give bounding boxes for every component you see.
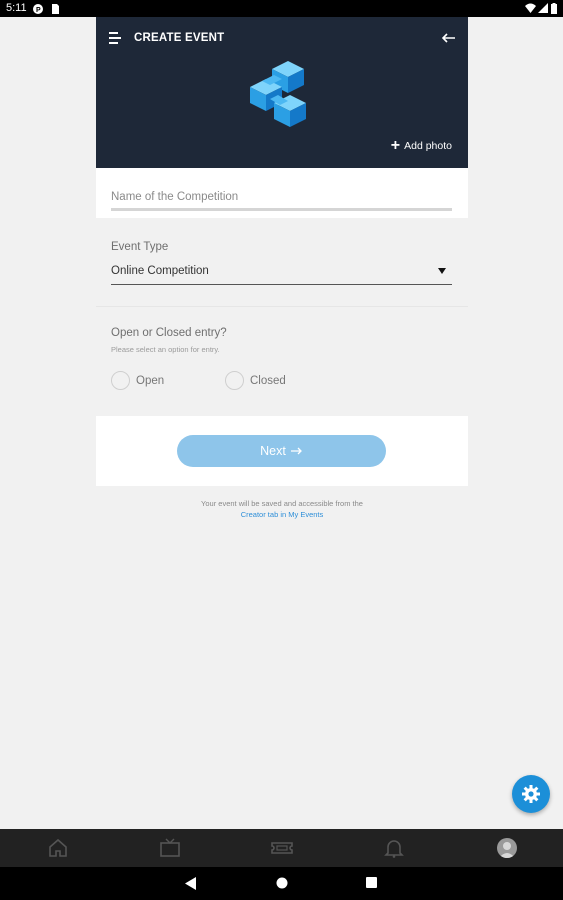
notification-p-icon: P: [33, 4, 43, 14]
arrow-right-icon: [290, 447, 302, 455]
event-type-value: Online Competition: [111, 265, 209, 277]
svg-text:P: P: [36, 7, 41, 14]
status-time: 5:11: [6, 2, 27, 14]
footer-note: Your event will be saved and accessible …: [96, 498, 468, 520]
event-header: CREATE EVENT + Add photo: [96, 17, 468, 168]
recents-square-icon[interactable]: [366, 877, 377, 888]
bottom-nav: [0, 829, 563, 867]
add-photo-button[interactable]: + Add photo: [390, 137, 452, 154]
dropdown-caret-icon: [438, 268, 446, 274]
radio-open[interactable]: Open: [111, 371, 164, 390]
gear-icon: [522, 785, 540, 803]
entry-section: Open or Closed entry? Please select an o…: [96, 306, 468, 416]
profile-silhouette-icon: [499, 842, 515, 858]
event-type-dropdown[interactable]: Online Competition: [111, 262, 452, 285]
home-circle-icon[interactable]: [276, 877, 288, 889]
entry-hint: Please select an option for entry.: [111, 345, 220, 354]
menu-icon[interactable]: [109, 32, 123, 44]
bell-icon[interactable]: [383, 838, 405, 858]
avatar[interactable]: [497, 838, 517, 858]
event-type-label: Event Type: [111, 241, 169, 253]
wifi-icon: [525, 3, 536, 13]
settings-fab[interactable]: [512, 775, 550, 813]
add-photo-label: Add photo: [404, 140, 452, 152]
signal-icon: [538, 3, 548, 13]
radio-open-label: Open: [136, 374, 165, 387]
next-button-label: Next: [260, 444, 286, 458]
event-type-section: Event Type Online Competition: [96, 218, 468, 307]
radio-closed[interactable]: Closed: [225, 371, 286, 390]
home-icon[interactable]: [47, 838, 69, 858]
system-nav-bar: [0, 867, 563, 900]
creator-tab-link[interactable]: Creator tab in My Events: [96, 509, 468, 520]
footer-note-text: Your event will be saved and accessible …: [201, 499, 363, 508]
radio-circle: [225, 371, 244, 390]
name-section: [96, 168, 468, 218]
battery-icon: [551, 3, 557, 14]
radio-closed-label: Closed: [250, 374, 286, 387]
next-button[interactable]: Next: [177, 435, 386, 467]
entry-label: Open or Closed entry?: [111, 327, 227, 339]
back-arrow-icon[interactable]: [442, 33, 456, 43]
app-logo: [250, 61, 306, 127]
tv-icon[interactable]: [159, 838, 181, 858]
ticket-icon[interactable]: [271, 838, 293, 858]
next-section: Next: [96, 416, 468, 486]
back-triangle-icon[interactable]: [185, 877, 197, 890]
page-title: CREATE EVENT: [134, 32, 225, 44]
radio-circle: [111, 371, 130, 390]
plus-icon: +: [390, 137, 401, 154]
notification-file-icon: [52, 4, 59, 14]
status-bar: 5:11 P: [0, 0, 563, 17]
competition-name-input[interactable]: [111, 186, 452, 211]
